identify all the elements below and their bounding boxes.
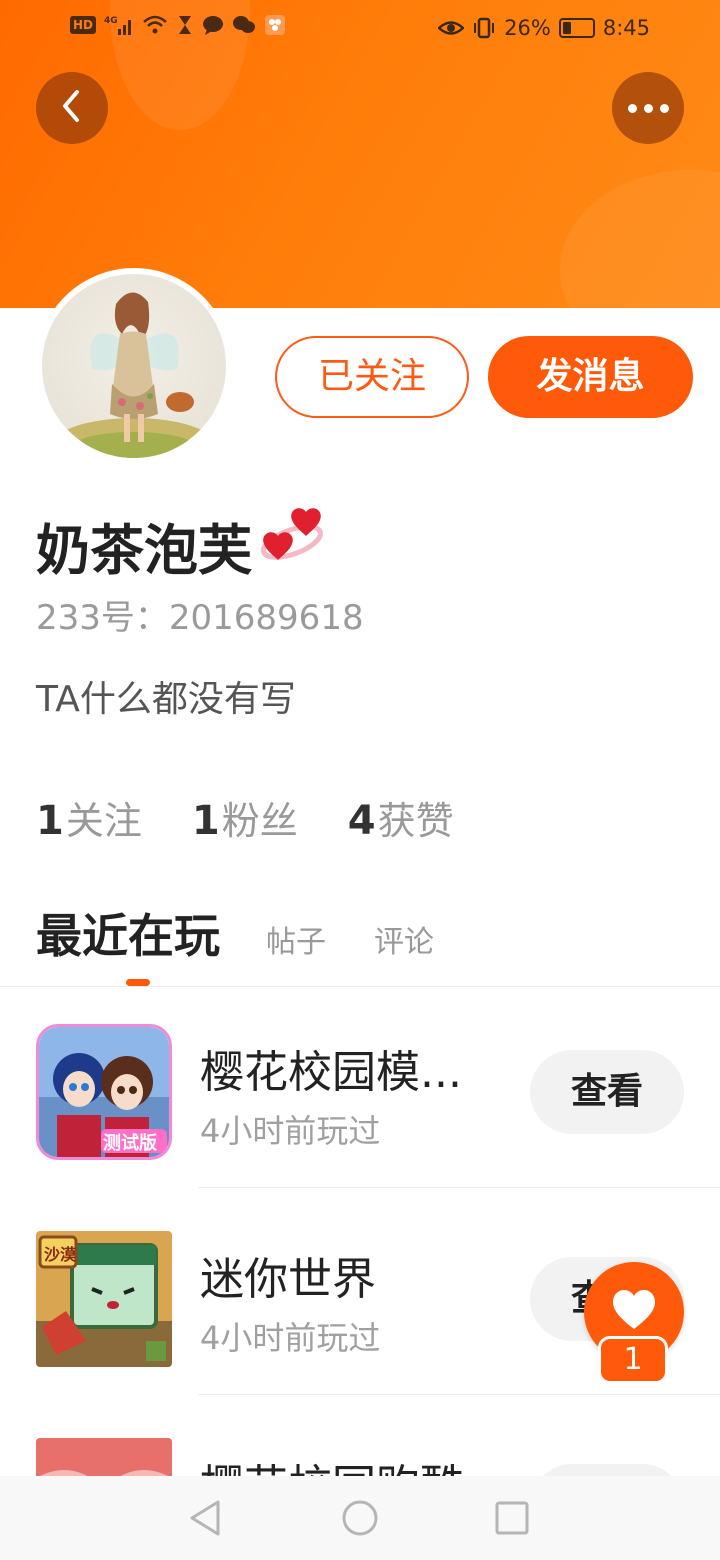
stat-label: 关注 (65, 799, 142, 843)
chat-bubble-icon (202, 14, 224, 36)
user-id: 233号：201689618 (36, 598, 364, 638)
divider (0, 986, 720, 987)
more-options-button[interactable] (612, 72, 684, 144)
stat-label: 获赞 (377, 799, 454, 843)
like-count-badge: 1 (598, 1336, 668, 1384)
game-title: 樱花校园模... (200, 1047, 462, 1098)
nav-back-icon[interactable] (186, 1498, 226, 1538)
send-message-button[interactable]: 发消息 (488, 336, 693, 418)
profile-stats: 1 关注 1 粉丝 4 获赞 (36, 790, 454, 845)
game-title: 迷你世界 (200, 1254, 376, 1305)
game-icon-mini-world: 沙漠 (36, 1231, 172, 1367)
eye-icon (437, 17, 465, 39)
wechat-icon (232, 14, 256, 36)
status-bar: HD 4G 26% 8:45 (0, 0, 720, 56)
clock: 8:45 (602, 16, 650, 40)
stat-followers[interactable]: 1 粉丝 (192, 790, 298, 845)
app-icon (264, 14, 286, 36)
followed-button[interactable]: 已关注 (275, 336, 469, 418)
stat-count: 4 (347, 798, 376, 844)
tab-comments[interactable]: 评论 (374, 917, 434, 961)
two-hearts-icon (256, 506, 326, 585)
more-dots-icon (627, 103, 669, 113)
nav-recents-icon[interactable] (492, 1498, 532, 1538)
game-played-time: 4小时前玩过 (200, 1112, 381, 1150)
test-version-badge: 测试版 (103, 1133, 157, 1154)
nav-home-icon[interactable] (340, 1498, 380, 1538)
hourglass-icon (176, 14, 194, 36)
chevron-left-icon (57, 88, 87, 128)
4g-signal-icon: 4G (104, 14, 134, 36)
tab-posts[interactable]: 帖子 (266, 917, 326, 961)
stat-count: 1 (191, 798, 220, 844)
header-decoration (560, 170, 720, 308)
system-nav-bar (0, 1476, 720, 1560)
svg-text:4G: 4G (104, 16, 118, 26)
wifi-icon (142, 14, 168, 36)
stat-likes[interactable]: 4 获赞 (348, 790, 454, 845)
view-game-button[interactable]: 查看 (530, 1050, 684, 1134)
active-tab-indicator (126, 979, 150, 986)
avatar-image (42, 274, 226, 458)
heart-icon (611, 1289, 657, 1335)
battery-percent: 26% (504, 16, 551, 40)
profile-tabs: 最近在玩 帖子 评论 (36, 900, 482, 966)
profile-name-row: 奶茶泡芙 (36, 506, 326, 585)
divider (198, 1394, 720, 1395)
battery-icon (558, 18, 595, 38)
hd-icon: HD (70, 16, 97, 34)
game-icon-sakura: 测试版 (36, 1024, 172, 1160)
avatar[interactable] (36, 268, 232, 464)
profile-name: 奶茶泡芙 (36, 519, 252, 582)
tab-recently-played[interactable]: 最近在玩 (36, 900, 220, 966)
list-item[interactable]: 测试版 樱花校园模... 4小时前玩过 查看 (0, 988, 720, 1188)
stat-count: 1 (36, 798, 64, 844)
profile-header-banner: HD 4G 26% 8:45 (0, 0, 720, 308)
game-played-time: 4小时前玩过 (200, 1319, 381, 1357)
vibrate-icon (472, 17, 496, 39)
desert-badge: 沙漠 (44, 1245, 77, 1264)
stat-label: 粉丝 (221, 799, 298, 843)
back-button[interactable] (36, 72, 108, 144)
divider (198, 1187, 720, 1188)
stat-following[interactable]: 1 关注 (36, 790, 142, 845)
user-bio: TA什么都没有写 (36, 679, 296, 720)
